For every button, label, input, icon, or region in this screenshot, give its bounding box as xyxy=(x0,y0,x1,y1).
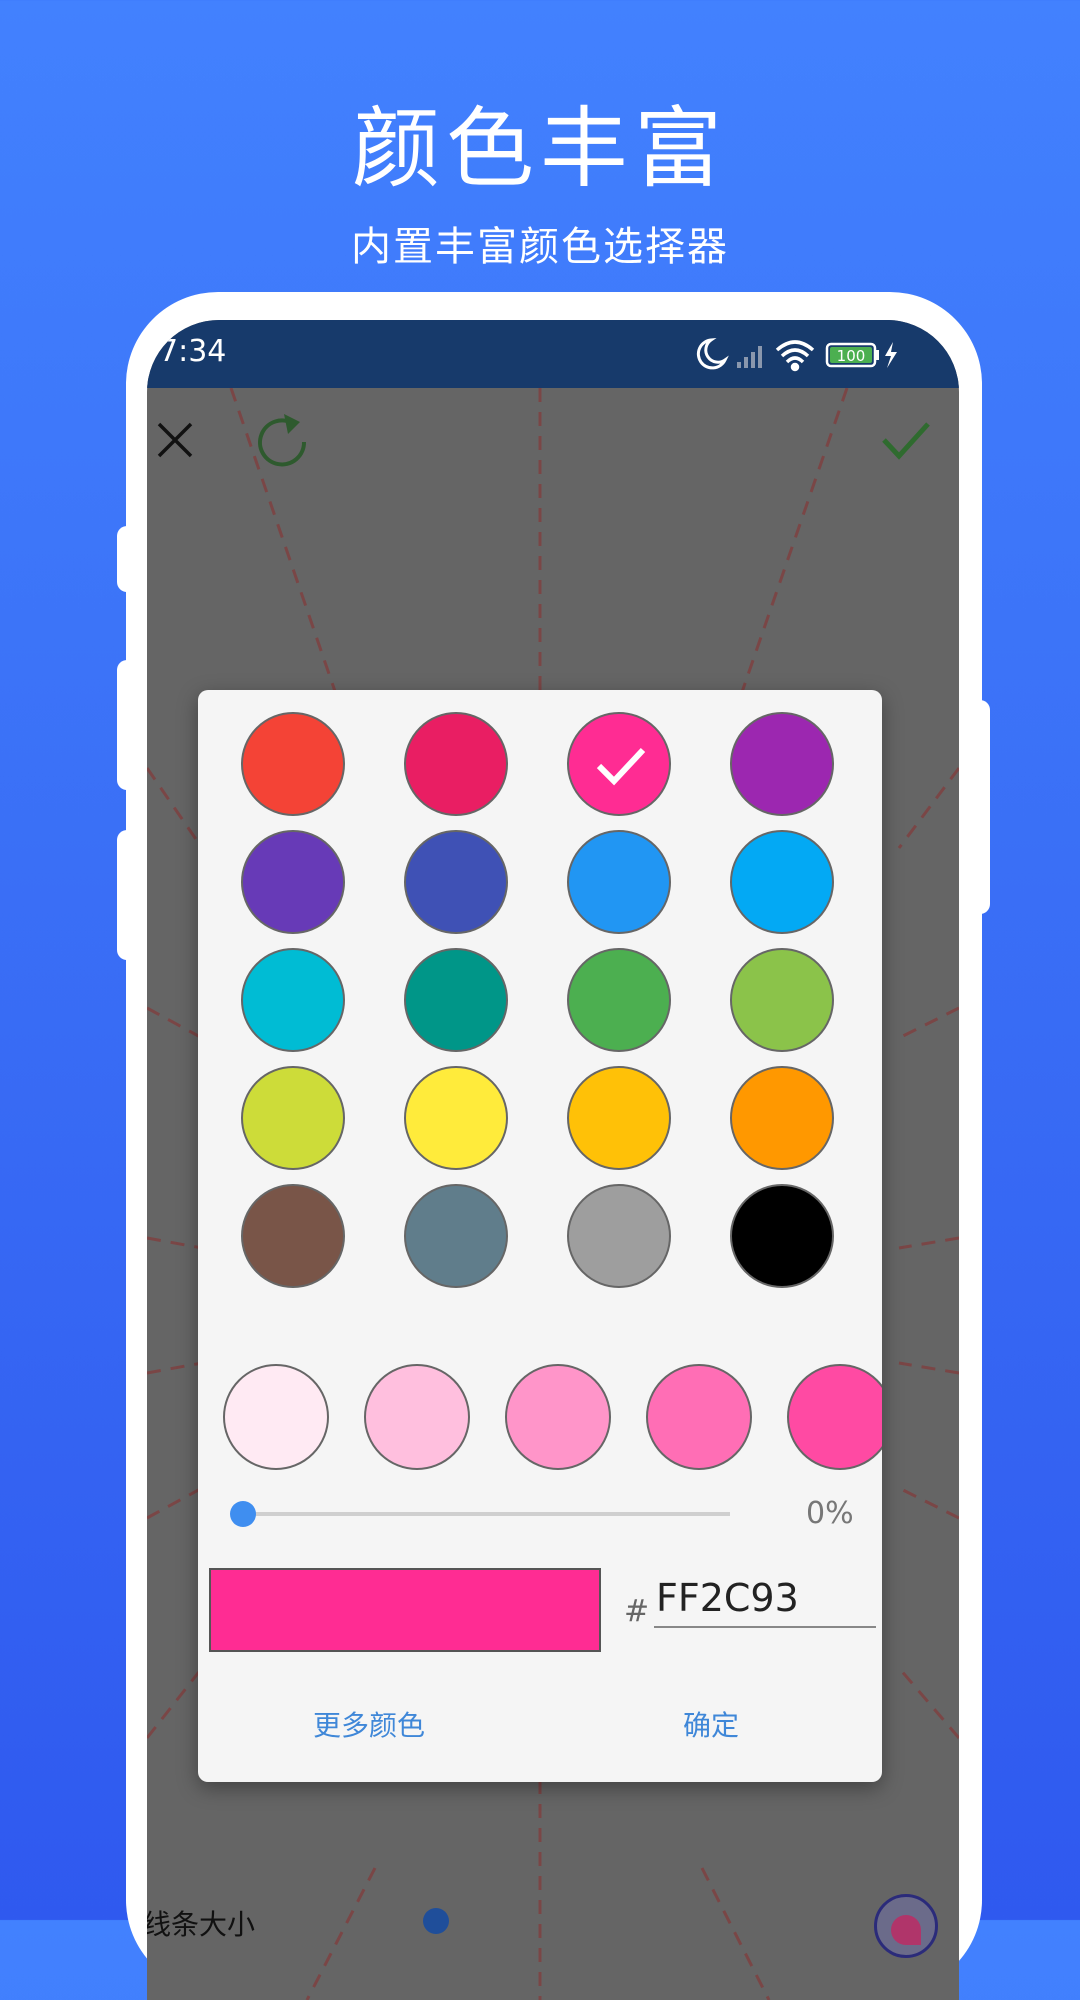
pen-color-button[interactable] xyxy=(874,1894,938,1958)
hex-prefix: # xyxy=(624,1594,650,1629)
charging-icon xyxy=(885,342,897,368)
color-swatch[interactable] xyxy=(404,712,508,816)
color-swatch[interactable] xyxy=(241,1066,345,1170)
color-swatch[interactable] xyxy=(567,830,671,934)
color-swatch[interactable] xyxy=(730,948,834,1052)
shade-swatch[interactable] xyxy=(223,1364,329,1470)
shade-swatch[interactable] xyxy=(646,1364,752,1470)
shade-swatch[interactable] xyxy=(505,1364,611,1470)
color-swatch[interactable] xyxy=(241,1184,345,1288)
hex-color-input[interactable] xyxy=(654,1570,876,1628)
signal-icon xyxy=(737,346,762,368)
more-colors-button[interactable]: 更多颜色 xyxy=(313,1704,425,1744)
status-icons: 100 xyxy=(696,337,897,372)
color-swatch[interactable] xyxy=(730,1066,834,1170)
color-swatch[interactable] xyxy=(567,948,671,1052)
promo-subtitle: 内置丰富颜色选择器 xyxy=(351,224,729,270)
color-swatch[interactable] xyxy=(404,830,508,934)
color-swatch[interactable] xyxy=(567,1184,671,1288)
color-preview xyxy=(209,1568,601,1652)
promo-title: 颜色丰富 xyxy=(351,97,728,200)
check-icon[interactable] xyxy=(881,420,931,462)
color-swatch[interactable] xyxy=(241,712,345,816)
color-swatch[interactable] xyxy=(567,1066,671,1170)
color-swatch[interactable] xyxy=(404,1066,508,1170)
color-picker-dialog: 0% # 更多颜色 确定 xyxy=(198,690,882,1782)
ok-button[interactable]: 确定 xyxy=(683,1704,739,1744)
color-swatch[interactable] xyxy=(730,712,834,816)
line-size-slider-thumb[interactable] xyxy=(423,1908,449,1934)
color-swatch[interactable] xyxy=(404,948,508,1052)
selected-check-icon xyxy=(596,747,646,786)
color-swatch[interactable] xyxy=(241,830,345,934)
color-swatch[interactable] xyxy=(730,830,834,934)
shade-swatch[interactable] xyxy=(364,1364,470,1470)
battery-level: 100 xyxy=(837,347,866,365)
close-icon[interactable] xyxy=(155,420,195,460)
color-swatch[interactable] xyxy=(567,712,671,816)
battery-icon: 100 xyxy=(825,342,879,368)
color-swatch[interactable] xyxy=(404,1184,508,1288)
color-swatch[interactable] xyxy=(730,1184,834,1288)
wifi-icon xyxy=(775,340,815,372)
transparency-slider-thumb[interactable] xyxy=(230,1501,256,1527)
refresh-icon[interactable] xyxy=(254,412,312,470)
transparency-value: 0% xyxy=(806,1496,854,1531)
status-time: 7:34 xyxy=(159,334,227,369)
moon-icon xyxy=(696,337,729,370)
color-swatch[interactable] xyxy=(241,948,345,1052)
shade-swatch[interactable] xyxy=(787,1364,882,1470)
transparency-slider-track[interactable] xyxy=(242,1512,730,1516)
line-size-label: 线条大小 xyxy=(147,1908,256,1941)
status-bar: 7:34 100 xyxy=(147,320,959,388)
